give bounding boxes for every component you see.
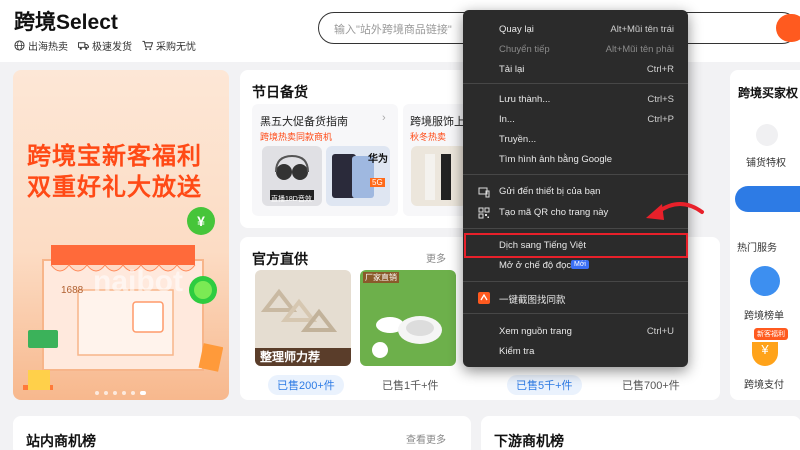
- yen-coin-icon: ¥: [187, 207, 215, 235]
- device-icon: [478, 187, 490, 198]
- ranking-icon[interactable]: [750, 266, 780, 296]
- product-image-cups[interactable]: [360, 270, 456, 366]
- view-more-link[interactable]: 查看更多: [406, 431, 446, 446]
- buyer-action-button[interactable]: [735, 186, 800, 212]
- menu-item-reader-mode[interactable]: Mở ở chế độ đọc Mới: [463, 256, 688, 276]
- carousel-dot-active[interactable]: [140, 391, 146, 395]
- menu-item-print[interactable]: In... Ctrl+P: [463, 110, 688, 130]
- qr-icon: [478, 207, 490, 219]
- feature-label: 极速发货: [92, 42, 132, 53]
- menu-item-view-source[interactable]: Xem nguồn trang Ctrl+U: [463, 322, 688, 342]
- feature-item: 极速发货: [78, 38, 132, 53]
- feature-label: 出海热卖: [28, 42, 68, 53]
- menu-item-screenshot-search[interactable]: 一键截图找同款: [463, 288, 688, 308]
- menu-item-forward[interactable]: Chuyển tiếp Alt+Mũi tên phải: [463, 40, 688, 60]
- sold-count: 已售1千+件: [382, 380, 439, 392]
- site-opportunity-title: 站内商机榜: [26, 433, 96, 449]
- product-caption: 厂家直销: [363, 272, 399, 283]
- buyer-title: 跨境买家权: [738, 86, 799, 100]
- feature-item: 出海热卖: [14, 38, 68, 53]
- shipping-icon: [756, 124, 778, 146]
- holiday-title: 节日备货: [252, 84, 308, 100]
- site-logo[interactable]: 跨境Select: [14, 6, 118, 36]
- menu-item-inspect[interactable]: Kiểm tra: [463, 342, 688, 362]
- service-label: 跨境榜单: [744, 311, 784, 322]
- official-title: 官方直供: [252, 251, 308, 267]
- sold-count: 已售700+件: [622, 380, 680, 392]
- menu-separator: [463, 83, 688, 84]
- banner-headline-1: 跨境宝新客福利: [27, 143, 202, 170]
- buyer-item-label: 铺货特权: [746, 158, 786, 169]
- clothing-icon: [425, 154, 451, 200]
- carousel-dot[interactable]: [131, 391, 135, 395]
- new-badge: Mới: [571, 260, 589, 269]
- menu-item-search-image[interactable]: Tìm hình ảnh bằng Google: [463, 150, 688, 170]
- sold-count: 已售200+件: [268, 375, 344, 395]
- holiday-card-tag: 秋冬热卖: [410, 132, 447, 142]
- menu-separator: [463, 313, 688, 314]
- menu-separator: [463, 281, 688, 282]
- feature-item: 采购无忧: [142, 38, 196, 53]
- 5g-badge: 5G: [370, 178, 385, 187]
- annotation-arrow-icon: [646, 202, 704, 220]
- apparel-image[interactable]: [411, 146, 467, 206]
- holiday-card-title: 黑五大促备货指南: [260, 116, 348, 128]
- carousel-dots[interactable]: [95, 391, 146, 395]
- carousel-dot[interactable]: [104, 391, 108, 395]
- service-label: 跨境支付: [744, 380, 784, 391]
- menu-item-reload[interactable]: Tải lại Ctrl+R: [463, 60, 688, 80]
- feature-list: 出海热卖 极速发货 采购无忧: [14, 38, 196, 53]
- cart-icon: [142, 40, 153, 51]
- shop-sign: 1688: [61, 285, 84, 296]
- shop-illustration: [23, 245, 223, 390]
- cup-icon: [372, 316, 442, 358]
- image-caption: 直播18D音效: [271, 196, 312, 203]
- truck-icon: [78, 42, 89, 50]
- brand-watermark: naibot: [93, 265, 183, 298]
- banner-headline-2: 双重好礼大放送: [27, 174, 202, 201]
- context-menu: Quay lại Alt+Mũi tên trái Chuyển tiếp Alt+…: [463, 10, 688, 367]
- downstream-title: 下游商机榜: [494, 433, 564, 449]
- chevron-right-icon: ›: [382, 112, 386, 124]
- brand-label: 华为: [368, 154, 388, 165]
- holiday-card-title: 跨境服饰上新: [410, 116, 465, 128]
- new-user-badge: 新客福利: [754, 328, 788, 340]
- menu-item-save-as[interactable]: Lưu thành... Ctrl+S: [463, 90, 688, 110]
- carousel-dot[interactable]: [122, 391, 126, 395]
- search-button[interactable]: [776, 14, 800, 42]
- carousel-dot[interactable]: [113, 391, 117, 395]
- promo-banner[interactable]: ¥ 1688 naibot: [13, 70, 229, 400]
- sold-count: 已售5千+件: [507, 375, 582, 395]
- hot-services-title: 热门服务: [737, 243, 777, 254]
- carousel-dot[interactable]: [95, 391, 99, 395]
- menu-item-back[interactable]: Quay lại Alt+Mũi tên trái: [463, 20, 688, 40]
- holiday-card-tag: 跨境热卖同款商机: [260, 132, 333, 142]
- product-caption: 整理师力荐: [258, 348, 323, 365]
- extension-icon: [478, 292, 490, 304]
- feature-label: 采购无忧: [156, 42, 196, 53]
- globe-icon: [14, 40, 25, 51]
- menu-separator: [463, 174, 688, 175]
- more-link[interactable]: 更多: [426, 250, 446, 265]
- menu-item-cast[interactable]: Truyền...: [463, 130, 688, 150]
- search-placeholder: 输入"站外跨境商品链接": [334, 24, 452, 36]
